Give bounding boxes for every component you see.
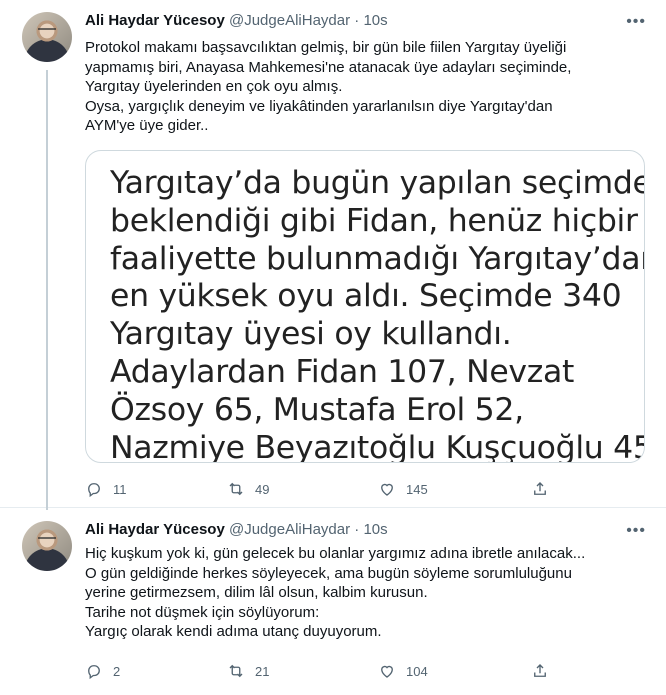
retweet-count: 21 <box>255 663 270 679</box>
share-button[interactable] <box>531 477 559 501</box>
tweet-actions: 2 21 104 <box>85 659 585 683</box>
separator-dot: · <box>354 521 360 538</box>
timestamp[interactable]: 10s <box>363 521 387 538</box>
retweet-count: 49 <box>255 481 270 497</box>
separator-dot: · <box>354 12 360 29</box>
reply-button[interactable]: 2 <box>85 659 120 683</box>
retweet-icon <box>229 664 243 678</box>
author-name[interactable]: Ali Haydar Yücesoy <box>85 12 225 29</box>
like-button[interactable]: 104 <box>378 659 428 683</box>
author-name[interactable]: Ali Haydar Yücesoy <box>85 521 225 538</box>
retweet-button[interactable]: 21 <box>227 659 269 683</box>
like-button[interactable]: 145 <box>378 477 428 501</box>
more-horizontal-icon[interactable]: ••• <box>626 13 646 31</box>
timestamp[interactable]: 10s <box>363 12 387 29</box>
avatar[interactable] <box>22 12 72 62</box>
like-count: 104 <box>406 663 428 679</box>
share-button[interactable] <box>531 659 559 683</box>
heart-icon <box>381 665 393 678</box>
reply-icon <box>88 665 100 680</box>
reply-button[interactable]: 11 <box>85 477 127 501</box>
tweet[interactable]: Ali Haydar Yücesoy @JudgeAliHaydar · 10s… <box>0 509 666 695</box>
author-handle[interactable]: @JudgeAliHaydar <box>229 521 350 538</box>
like-count: 145 <box>406 481 428 497</box>
thread-connector-line <box>46 70 48 510</box>
tweet[interactable]: Ali Haydar Yücesoy @JudgeAliHaydar · 10s… <box>0 0 666 510</box>
tweet-text: Protokol makamı başsavcılıktan gelmiş, b… <box>85 38 644 136</box>
tweet-actions: 11 49 145 <box>85 477 585 501</box>
reply-count: 2 <box>113 663 121 679</box>
avatar[interactable] <box>22 521 72 571</box>
author-handle[interactable]: @JudgeAliHaydar <box>229 12 350 29</box>
reply-count: 11 <box>113 481 127 497</box>
media-image[interactable]: Yargıtay’da bugün yapılan seçimde beklen… <box>85 150 645 463</box>
tweet-header: Ali Haydar Yücesoy @JudgeAliHaydar · 10s <box>85 521 626 541</box>
heart-icon <box>381 483 393 496</box>
retweet-button[interactable]: 49 <box>227 477 269 501</box>
tweet-body: Hiç kuşkum yok ki, gün gelecek bu olanla… <box>85 545 586 640</box>
reply-icon <box>88 483 100 498</box>
share-icon <box>534 482 546 495</box>
tweet-body: Protokol makamı başsavcılıktan gelmiş, b… <box>85 39 572 134</box>
share-icon <box>534 664 546 677</box>
more-horizontal-icon[interactable]: ••• <box>626 522 646 540</box>
media-image-text: Yargıtay’da bugün yapılan seçimde beklen… <box>110 165 645 463</box>
tweet-header: Ali Haydar Yücesoy @JudgeAliHaydar · 10s <box>85 12 626 32</box>
retweet-icon <box>229 482 243 496</box>
tweet-text: Hiç kuşkum yok ki, gün gelecek bu olanla… <box>85 544 644 642</box>
